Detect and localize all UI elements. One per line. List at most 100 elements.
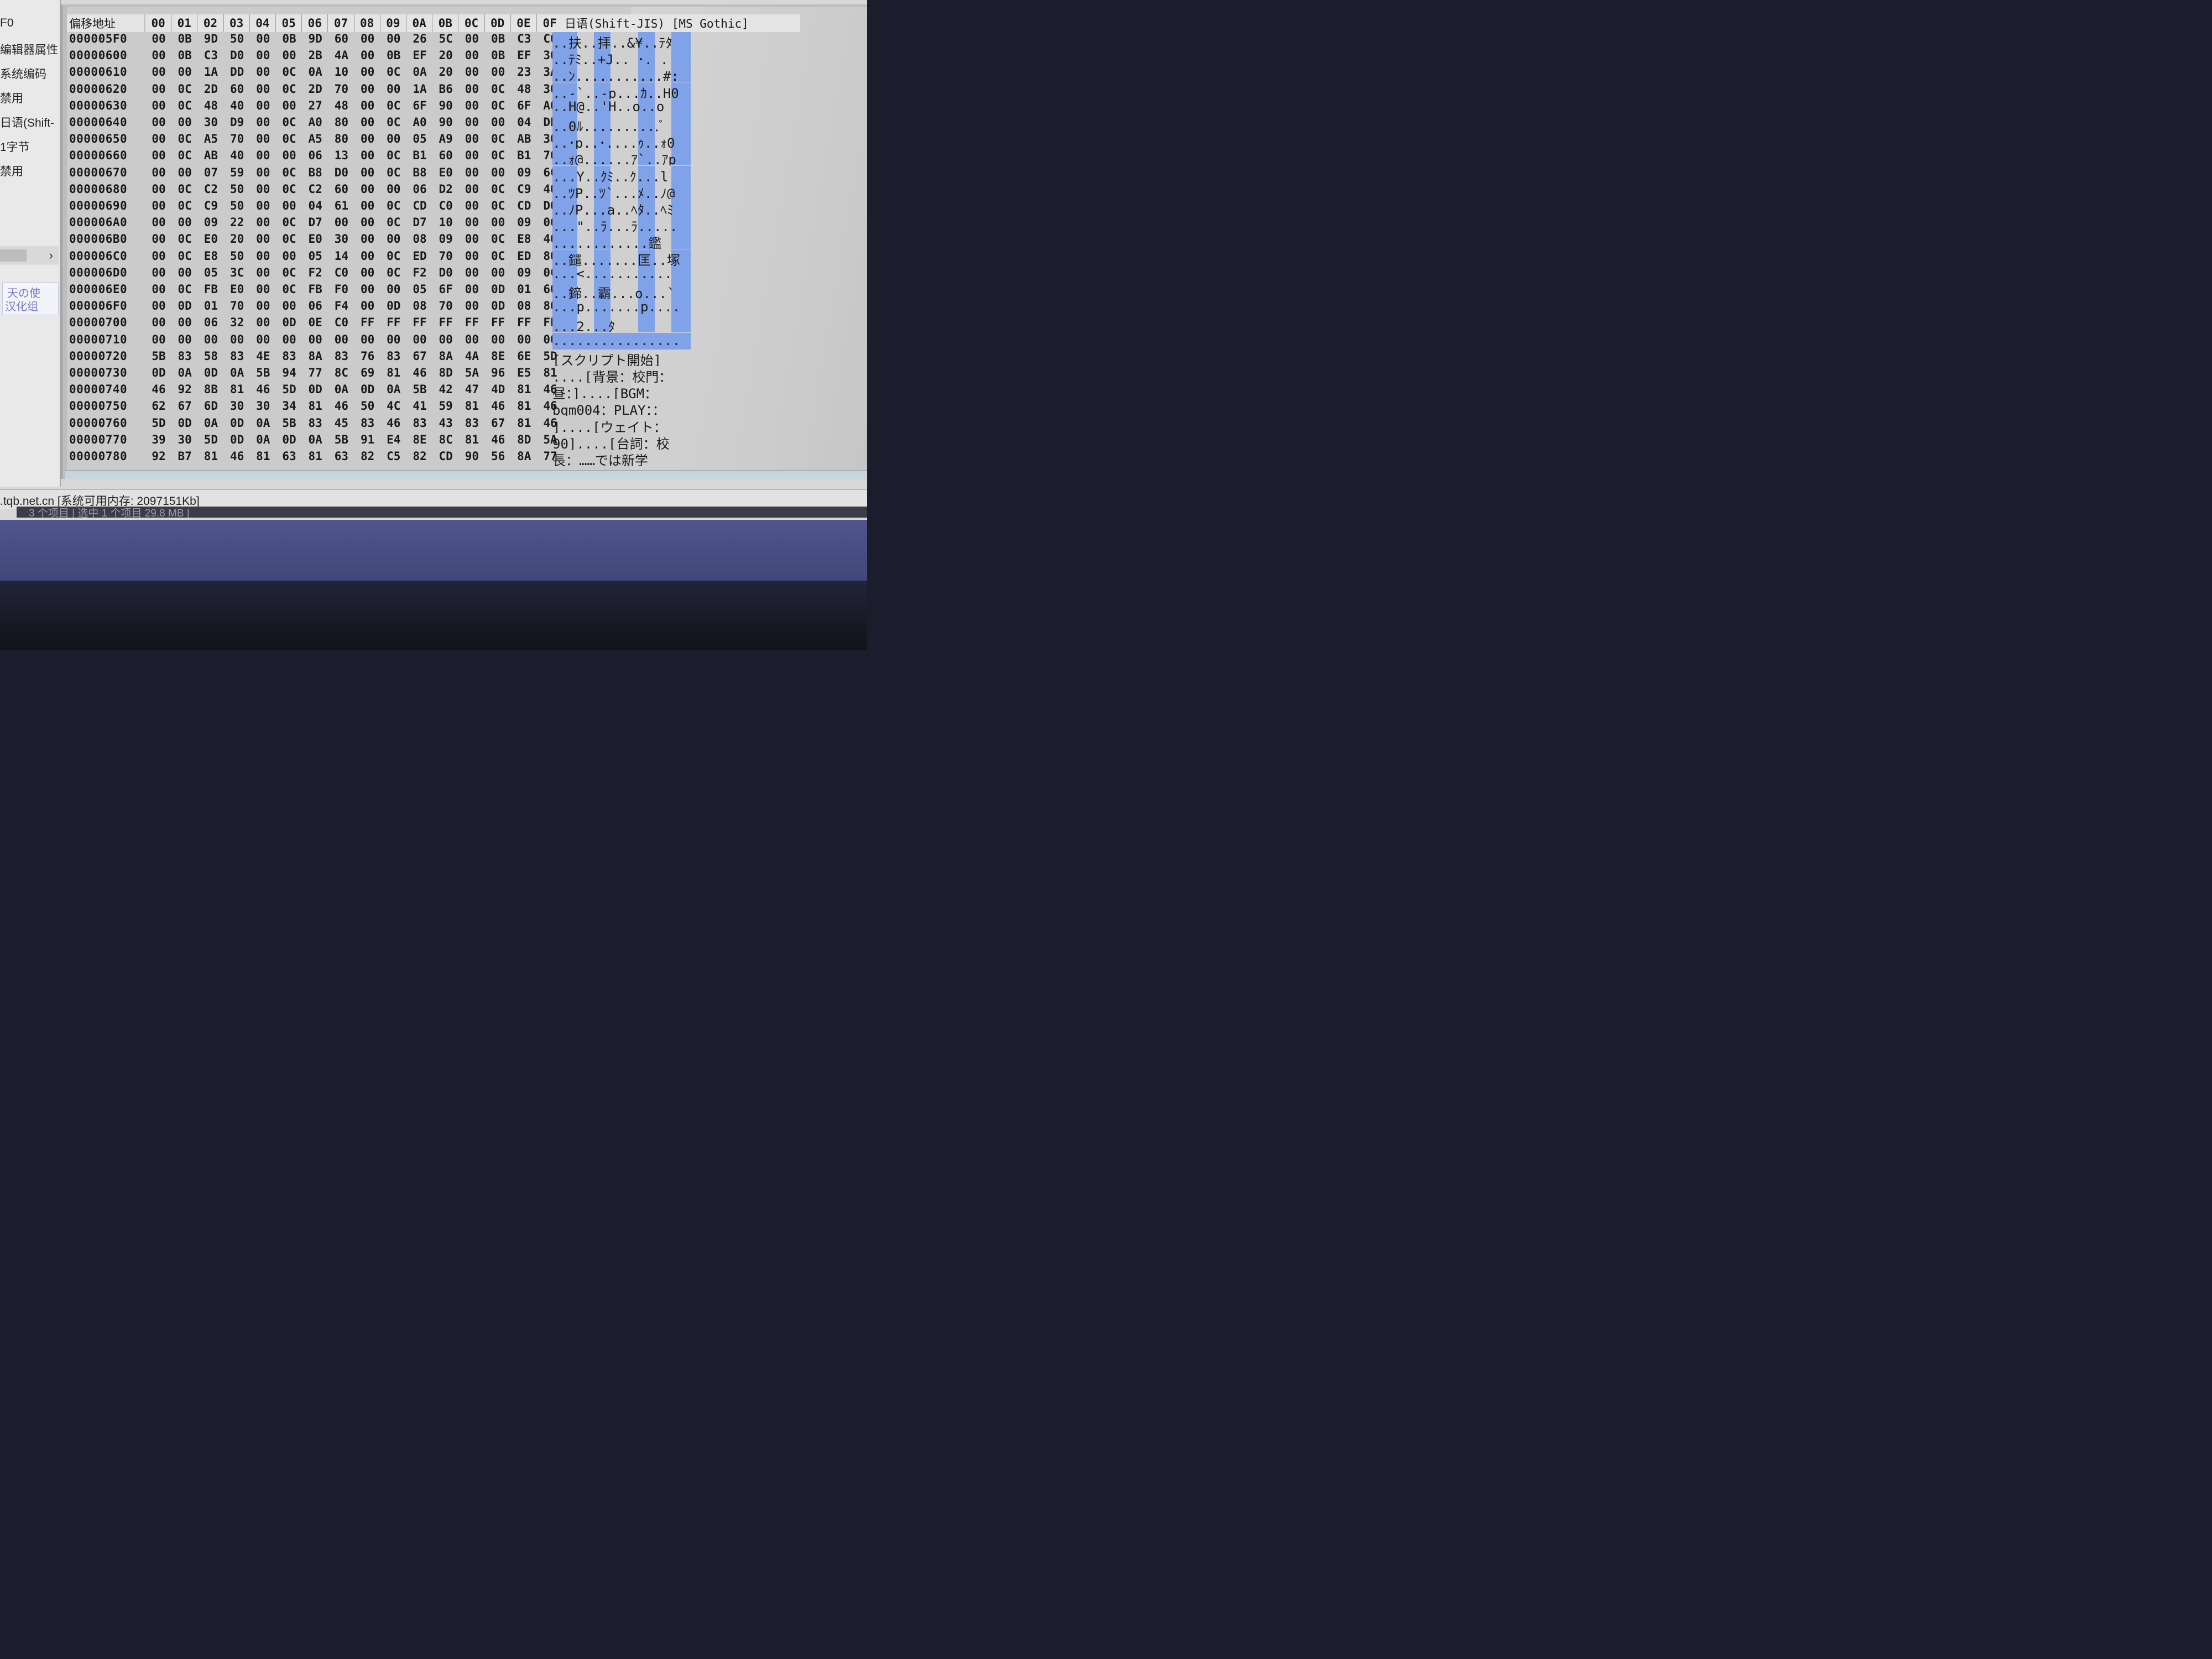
byte-cell[interactable]: 00 (148, 216, 170, 229)
byte-cell[interactable]: 00 (357, 82, 379, 96)
byte-cell[interactable]: E8 (200, 249, 222, 263)
byte-cell[interactable]: E0 (435, 166, 457, 179)
byte-cell[interactable]: 00 (148, 283, 170, 296)
byte-cell[interactable]: 00 (226, 333, 248, 346)
byte-cell[interactable]: 00 (252, 32, 274, 45)
byte-cell[interactable]: 26 (409, 32, 431, 45)
byte-cell[interactable]: 00 (148, 116, 170, 129)
byte-cell[interactable]: 00 (383, 182, 405, 196)
byte-cell[interactable]: 60 (330, 32, 352, 45)
byte-cell[interactable]: 00 (461, 65, 483, 79)
byte-cell[interactable]: 09 (513, 266, 535, 279)
byte-cell[interactable]: B7 (174, 450, 196, 463)
decoded-text[interactable]: ...p.......p.... (552, 299, 691, 316)
property-item[interactable]: 编辑器属性 (0, 41, 58, 58)
byte-cell[interactable]: C3 (200, 49, 222, 62)
decoded-text[interactable]: ..扶..拝..&¥..ﾃﾀ (552, 32, 691, 49)
byte-cell[interactable]: 3C (226, 266, 248, 279)
byte-cell[interactable]: 63 (278, 450, 300, 463)
byte-cell[interactable]: 0D (226, 433, 248, 446)
byte-cell[interactable]: C0 (435, 199, 457, 212)
byte-cell[interactable]: AB (513, 132, 535, 145)
byte-cell[interactable]: 92 (148, 450, 170, 463)
byte-cell[interactable]: 50 (226, 199, 248, 212)
byte-cell[interactable]: 70 (226, 132, 248, 145)
decoded-text[interactable]: ..ﾃﾐ..+J.. ･. . (552, 49, 691, 66)
byte-cell[interactable]: 0C (278, 182, 300, 196)
byte-cell[interactable]: E5 (513, 366, 535, 379)
byte-cell[interactable]: 39 (148, 433, 170, 446)
byte-cell[interactable]: 0C (487, 249, 509, 263)
byte-cell[interactable]: 5B (278, 416, 300, 430)
byte-cell[interactable]: EF (513, 49, 535, 62)
byte-cell[interactable]: 6F (435, 283, 457, 296)
byte-cell[interactable]: 5D (148, 416, 170, 430)
byte-cell[interactable]: 00 (148, 132, 170, 145)
hex-row[interactable]: 00000720 5B 83 58 83 4E 83 8A 83 76 83 67 8A 4A 8E 6E 5D… (67, 349, 867, 366)
byte-cell[interactable]: 20 (226, 232, 248, 246)
byte-cell[interactable]: 30 (200, 116, 222, 129)
byte-cell[interactable]: 0C (278, 82, 300, 96)
byte-cell[interactable]: 00 (148, 32, 170, 45)
byte-cell[interactable]: FF (409, 316, 431, 329)
byte-cell[interactable]: 00 (174, 116, 196, 129)
byte-cell[interactable]: 34 (278, 399, 300, 413)
byte-cell[interactable]: 46 (226, 450, 248, 463)
byte-cell[interactable]: 63 (330, 450, 352, 463)
byte-cell[interactable]: FF (435, 316, 457, 329)
byte-cell[interactable]: CD (513, 199, 535, 212)
byte-cell[interactable]: 00 (148, 333, 170, 346)
byte-cell[interactable]: 0D (278, 316, 300, 329)
byte-cell[interactable]: 0A (200, 416, 222, 430)
byte-cell[interactable]: 42 (435, 383, 457, 396)
byte-cell[interactable]: 59 (435, 399, 457, 413)
byte-cell[interactable]: 00 (461, 232, 483, 246)
byte-cell[interactable]: 00 (148, 182, 170, 196)
byte-cell[interactable]: 83 (226, 349, 248, 363)
byte-cell[interactable]: 6D (200, 399, 222, 413)
byte-cell[interactable]: 0B (383, 49, 405, 62)
byte-cell[interactable]: 0A (330, 383, 352, 396)
byte-cell[interactable]: 62 (148, 399, 170, 413)
hex-row[interactable]: 000006F0 00 0D 01 70 00 00 06 F4 00 0D 08 70 00 0D 08 80… (67, 299, 867, 316)
byte-cell[interactable]: 00 (357, 49, 379, 62)
hex-row[interactable]: 00000710 00 00 00 00 00 00 00 00 00 00 00 00 00 00 00 00… (67, 332, 867, 349)
byte-cell[interactable]: D2 (435, 182, 457, 196)
byte-cell[interactable]: 50 (226, 32, 248, 45)
byte-cell[interactable]: C5 (383, 450, 405, 463)
byte-cell[interactable]: 60 (330, 182, 352, 196)
byte-cell[interactable]: 67 (174, 399, 196, 413)
byte-cell[interactable]: 00 (461, 166, 483, 179)
byte-cell[interactable]: B8 (409, 166, 431, 179)
byte-cell[interactable]: 5A (461, 366, 483, 379)
byte-cell[interactable]: 00 (252, 182, 274, 196)
property-item[interactable]: 日语(Shift- (0, 114, 54, 131)
byte-cell[interactable]: 0D (357, 383, 379, 396)
byte-cell[interactable]: 30 (174, 433, 196, 446)
byte-cell[interactable]: 0D (148, 366, 170, 379)
hex-row[interactable]: 00000770 39 30 5D 0D 0A 0D 0A 5B 91 E4 8E 8C 81 46 8D 5A… (67, 433, 867, 450)
byte-cell[interactable]: 0C (487, 132, 509, 145)
byte-cell[interactable]: 0C (278, 266, 300, 279)
byte-cell[interactable]: 83 (383, 349, 405, 363)
byte-cell[interactable]: 04 (304, 199, 326, 212)
byte-cell[interactable]: 83 (357, 416, 379, 430)
byte-cell[interactable]: 0C (487, 99, 509, 112)
byte-cell[interactable]: 0C (174, 232, 196, 246)
hex-row[interactable]: 00000780 92 B7 81 46 81 63 81 63 82 C5 82 CD 90 56 8A 77… (67, 450, 867, 466)
byte-cell[interactable]: 60 (435, 149, 457, 162)
byte-cell[interactable]: D7 (304, 216, 326, 229)
byte-cell[interactable]: 81 (461, 433, 483, 446)
byte-cell[interactable]: 8B (200, 383, 222, 396)
byte-cell[interactable]: 81 (513, 399, 535, 413)
byte-cell[interactable]: 00 (148, 316, 170, 329)
byte-cell[interactable]: 0D (278, 433, 300, 446)
byte-cell[interactable]: 30 (330, 232, 352, 246)
hex-row[interactable]: 00000690 00 0C C9 50 00 00 04 61 00 0C CD C0 00 0C CD D0… (67, 199, 867, 216)
byte-cell[interactable]: 8D (435, 366, 457, 379)
byte-cell[interactable]: 0C (174, 283, 196, 296)
byte-cell[interactable]: 00 (148, 65, 170, 79)
byte-cell[interactable]: 8C (330, 366, 352, 379)
byte-cell[interactable]: 00 (252, 199, 274, 212)
byte-cell[interactable]: 0C (278, 232, 300, 246)
